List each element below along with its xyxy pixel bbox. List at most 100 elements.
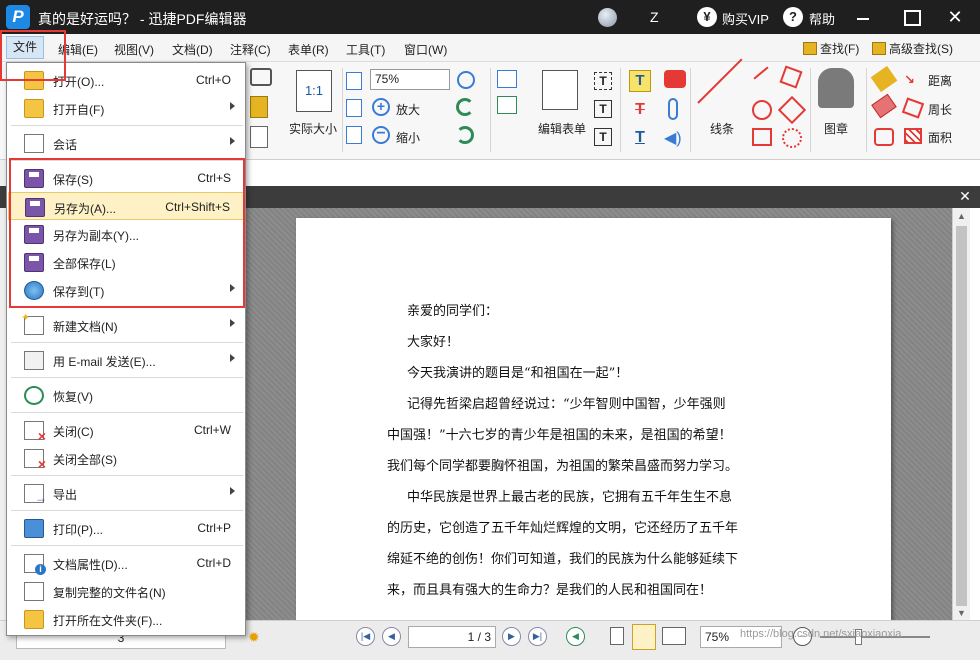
menu-form[interactable]: 表单(R) <box>288 41 329 58</box>
menu-send-email[interactable]: 用 E-mail 发送(E)... <box>8 346 244 374</box>
doc-text-line: 中国强！”十六七岁的青少年是祖国的未来，是祖国的希望！ <box>387 428 732 443</box>
polygon-line-icon[interactable] <box>779 65 803 89</box>
perimeter-button[interactable]: 周长 <box>928 101 952 118</box>
menu-open-containing-folder[interactable]: 打开所在文件夹(F)... <box>8 605 244 633</box>
find-button[interactable]: 查找(F) <box>803 40 859 57</box>
menu-export[interactable]: 导出 <box>8 479 244 507</box>
document-page[interactable]: 亲爱的同学们： 大家好！ 今天我演讲的题目是“和祖国在一起”！ 记得先哲梁启超曾… <box>296 218 891 620</box>
edit-form-button[interactable]: 编辑表单 <box>538 120 586 137</box>
text-box-icon[interactable]: T <box>594 72 612 90</box>
rotate-right-icon[interactable] <box>456 126 474 144</box>
actual-size-icon[interactable]: 1:1 <box>296 70 332 112</box>
edit-form-icon[interactable] <box>542 70 578 110</box>
advanced-find-icon <box>872 42 886 55</box>
menu-send-email-label: 用 E-mail 发送(E)... <box>53 355 156 369</box>
open-from-icon <box>24 99 44 118</box>
settings-gear-icon[interactable]: ✹ <box>248 629 260 646</box>
menu-close[interactable]: 关闭(C) Ctrl+W <box>8 416 244 444</box>
vertical-scrollbar[interactable]: ▲ ▼ <box>952 208 970 620</box>
snapshot-camera-icon[interactable] <box>250 68 272 86</box>
close-document-button[interactable]: ✕ <box>956 187 974 205</box>
cloud-tool-icon[interactable] <box>782 128 802 148</box>
scrollbar-thumb[interactable] <box>956 226 967 606</box>
scroll-up-icon[interactable]: ▲ <box>957 211 966 221</box>
eraser-icon[interactable] <box>871 93 897 119</box>
menu-new-document[interactable]: 新建文档(N) <box>8 311 244 339</box>
help-button[interactable]: 帮助 <box>809 9 835 28</box>
menu-copy-filename[interactable]: 复制完整的文件名(N) <box>8 577 244 605</box>
distance-icon: ↘ <box>904 72 915 87</box>
actual-size-button[interactable]: 实际大小 <box>289 120 337 137</box>
perimeter-icon <box>901 97 925 119</box>
theme-icon[interactable] <box>598 8 617 27</box>
menu-window[interactable]: 窗口(W) <box>404 41 447 58</box>
underline-icon[interactable]: T <box>629 128 651 150</box>
line-tool-icon[interactable] <box>697 58 743 104</box>
menu-tools[interactable]: 工具(T) <box>346 41 385 58</box>
first-page-button[interactable]: |◀ <box>356 627 375 646</box>
ellipse-tool-icon[interactable] <box>752 100 772 120</box>
arrow-tool-icon[interactable] <box>753 66 769 80</box>
polygon-tool-icon[interactable] <box>777 95 807 125</box>
form-text-field-icon[interactable] <box>497 96 517 114</box>
menu-document[interactable]: 文档(D) <box>172 41 213 58</box>
sticky-note-icon[interactable] <box>664 70 686 88</box>
menu-close-shortcut: Ctrl+W <box>194 423 231 437</box>
strikeout-icon[interactable]: T <box>629 100 651 122</box>
watermark-text: https://blog.csdn.net/sxiaoxiaoxia <box>740 628 902 640</box>
menu-restore[interactable]: 恢复(V) <box>8 381 244 409</box>
rectangle-tool-icon[interactable] <box>752 128 772 146</box>
select-text-icon[interactable] <box>250 126 268 148</box>
highlight-text-icon[interactable]: T <box>629 70 651 92</box>
menu-view[interactable]: 视图(V) <box>114 41 154 58</box>
area-highlight-icon[interactable] <box>874 128 894 146</box>
facing-view-icon[interactable] <box>662 627 686 645</box>
menu-close-all[interactable]: 关闭全部(S) <box>8 444 244 472</box>
user-account-button[interactable]: Z <box>650 9 659 25</box>
last-page-button[interactable]: ▶| <box>528 627 547 646</box>
menu-comment[interactable]: 注释(C) <box>230 41 271 58</box>
vip-icon[interactable]: ¥ <box>697 7 717 27</box>
email-icon <box>24 351 44 370</box>
typewriter-icon[interactable]: T <box>594 100 612 118</box>
minimize-button[interactable] <box>848 4 878 30</box>
rotate-left-icon[interactable] <box>456 98 474 116</box>
single-page-view-icon[interactable] <box>610 627 624 645</box>
menu-open-from[interactable]: 打开自(F) <box>8 94 244 122</box>
attach-file-icon[interactable] <box>668 98 678 120</box>
window-close-button[interactable]: ✕ <box>940 4 970 30</box>
buy-vip-button[interactable]: 购买VIP <box>722 9 769 28</box>
next-page-button[interactable]: ▶ <box>502 627 521 646</box>
fit-page-icon[interactable] <box>346 72 362 90</box>
menu-session[interactable]: 会话 <box>8 129 244 157</box>
previous-page-button[interactable]: ◀ <box>382 627 401 646</box>
paste-icon[interactable] <box>250 96 268 118</box>
callout-icon[interactable]: T <box>594 128 612 146</box>
zoom-level-select[interactable]: 75% <box>370 69 450 90</box>
zoom-tool-icon[interactable] <box>457 71 475 89</box>
zoom-out-button[interactable]: 缩小 <box>396 129 420 146</box>
fit-visible-icon[interactable] <box>346 126 362 144</box>
menu-open-from-label: 打开自(F) <box>53 103 105 117</box>
stamp-button[interactable]: 图章 <box>824 120 848 137</box>
scroll-down-icon[interactable]: ▼ <box>957 608 966 618</box>
advanced-find-button[interactable]: 高级查找(S) <box>872 40 953 57</box>
zoom-in-icon[interactable]: + <box>372 98 390 116</box>
zoom-in-button[interactable]: 放大 <box>396 101 420 118</box>
fit-width-icon[interactable] <box>346 99 362 117</box>
menu-document-properties[interactable]: 文档属性(D)... Ctrl+D <box>8 549 244 577</box>
zoom-out-icon[interactable]: − <box>372 126 390 144</box>
line-tool-button[interactable]: 线条 <box>710 120 734 137</box>
back-view-button[interactable]: ◀ <box>566 627 585 646</box>
distance-button[interactable]: 距离 <box>928 72 952 89</box>
page-number-input[interactable]: 1 / 3 <box>408 626 496 648</box>
menu-print[interactable]: 打印(P)... Ctrl+P <box>8 514 244 542</box>
form-field-icon[interactable] <box>497 70 517 88</box>
area-button[interactable]: 面积 <box>928 129 952 146</box>
continuous-view-icon[interactable] <box>632 624 656 650</box>
stamp-icon[interactable] <box>818 68 854 108</box>
maximize-button[interactable] <box>896 4 926 30</box>
pencil-icon[interactable] <box>870 65 898 93</box>
help-icon[interactable]: ? <box>783 7 803 27</box>
sound-icon[interactable]: ◀) <box>664 128 686 148</box>
